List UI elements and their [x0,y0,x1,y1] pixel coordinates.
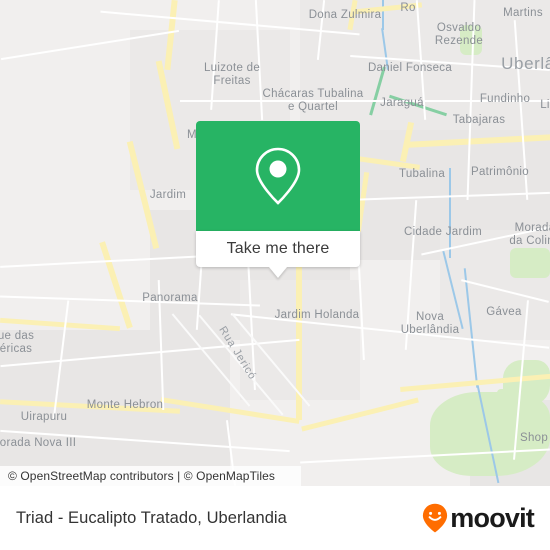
map-label: Jaraguá [380,97,424,109]
map-label: Jardim Holanda [274,309,360,321]
popup-pointer-tip [269,267,287,278]
map-label: Fundinho [479,93,531,105]
map-river [449,168,451,258]
map-attribution[interactable]: © OpenStreetMap contributors | © OpenMap… [0,466,301,486]
map-label: Cidade Jardim [403,226,483,238]
map-label: Luizote de Freitas [203,62,261,87]
moovit-wordmark: moovit [450,502,535,533]
map-label: Tabajaras [452,114,506,126]
attribution-text: © OpenStreetMap contributors | © OpenMap… [8,469,275,483]
map-label: orada Nova III [0,437,77,449]
map-label: Monte Hebron [86,399,164,411]
map-label: Uberlâ [501,54,550,73]
map-canvas[interactable]: Dona Zulmira Osvaldo Rezende Martins Ro Luiz… [0,0,550,486]
moovit-pin-smile-icon [423,503,448,533]
map-label: Shop [519,432,549,444]
map-label: Patrimônio [471,166,529,178]
map-screenshot: Dona Zulmira Osvaldo Rezende Martins Ro Luiz… [0,0,550,550]
page-title: Triad - Eucalipto Tratado, Uberlandia [16,508,287,527]
map-label: Nova Uberlândia [400,311,460,336]
map-river [382,0,384,30]
map-label: Martins [503,7,543,19]
map-park [510,248,550,278]
map-label: ue das éricas [0,330,35,355]
location-popup[interactable]: Take me there [196,121,360,278]
map-label: Osvaldo Rezende [434,22,484,47]
moovit-logo[interactable]: moovit [422,502,535,533]
map-label: Tubalina [398,168,446,180]
map-park [503,360,550,406]
map-label: Ro [400,2,416,14]
map-label: Daniel Fonseca [367,62,453,74]
map-label: Panorama [142,292,198,304]
map-label: Morada da Colina [509,222,550,247]
map-label: Li [540,99,550,111]
map-park [497,389,507,397]
map-pin-icon [255,147,301,205]
map-label: Chácaras Tubalina e Quartel [262,88,364,113]
popup-header [196,121,360,231]
map-label: Jardim [149,189,187,201]
footer-bar: Triad - Eucalipto Tratado, Uberlandia mo… [0,486,550,550]
take-me-there-label: Take me there [226,240,330,257]
popup-action-bar[interactable]: Take me there [196,231,360,267]
map-label: Dona Zulmira [308,9,382,21]
map-label: Gávea [486,306,522,318]
map-label: Uirapuru [20,411,68,423]
